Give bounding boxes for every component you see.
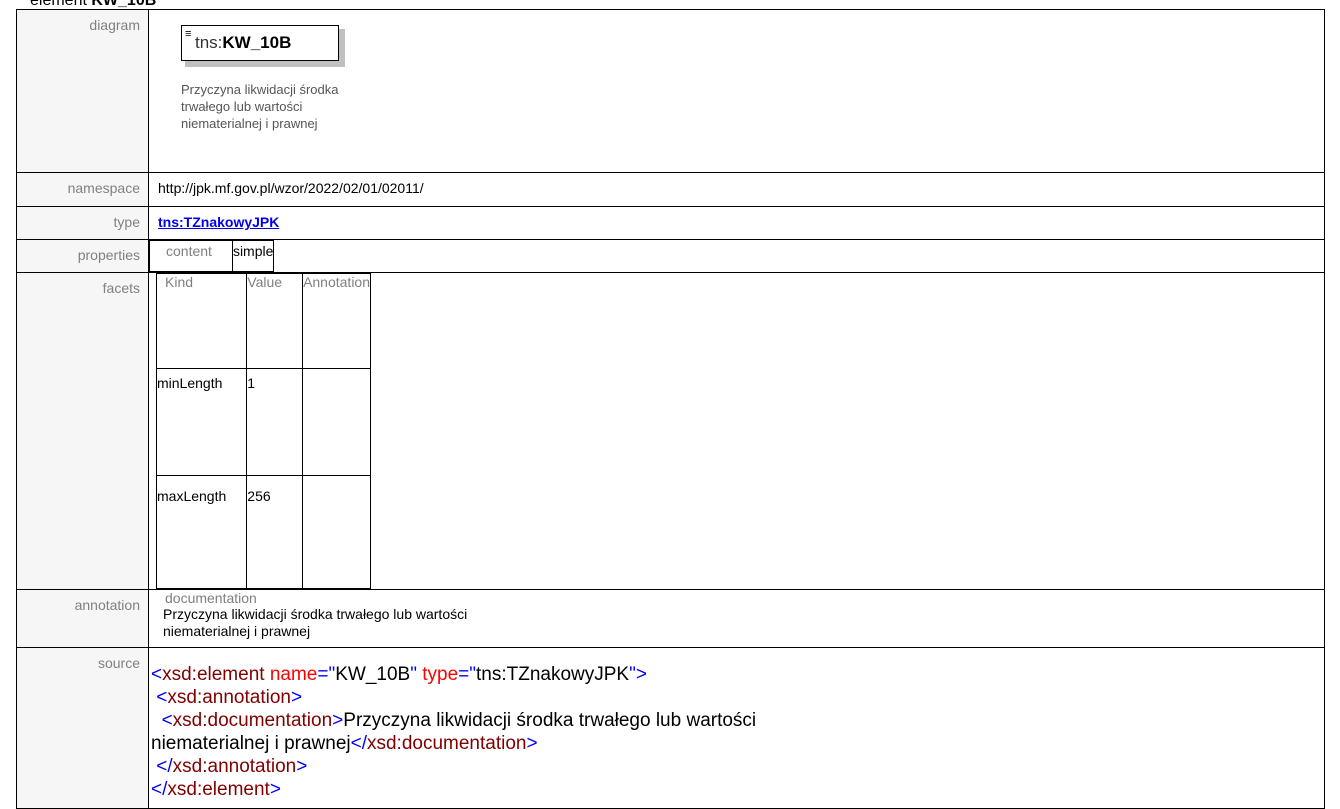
facet-value: 1 bbox=[246, 368, 304, 476]
xml-tag: xsd:element bbox=[167, 779, 270, 800]
diagram-doc-line: trwałego lub wartości bbox=[181, 99, 303, 114]
diagram-element-local-name: KW_10B bbox=[222, 33, 292, 52]
diagram-element-prefix: tns: bbox=[195, 33, 223, 52]
annotation-line: Przyczyna likwidacji środka trwałego lub… bbox=[163, 606, 468, 622]
properties-table: content simple bbox=[149, 240, 275, 272]
xml-tag: xsd:annotation bbox=[167, 687, 291, 708]
element-lines-icon: ≡ bbox=[185, 28, 192, 40]
namespace-value: http://jpk.mf.gov.pl/wzor/2022/02/01/020… bbox=[158, 180, 424, 196]
property-value: simple bbox=[231, 240, 275, 272]
facet-row: maxLength 256 bbox=[155, 475, 372, 589]
xml-text: Przyczyna likwidacji środka trwałego lub… bbox=[343, 710, 757, 731]
diagram-cell: ≡ tns:KW_10B Przyczyna likwidacji środka… bbox=[148, 9, 1325, 173]
facets-header-kind: Kind bbox=[155, 273, 248, 369]
annotation-block: documentation Przyczyna likwidacji środk… bbox=[153, 590, 1324, 640]
facets-header-row: Kind Value Annotation bbox=[155, 273, 372, 369]
facet-annotation bbox=[302, 368, 372, 476]
diagram-doc-line: Przyczyna likwidacji środka bbox=[181, 82, 339, 97]
xml-attr-value: KW_10B bbox=[335, 664, 411, 685]
facet-value: 256 bbox=[246, 475, 304, 589]
xml-attr: name bbox=[269, 664, 318, 685]
xml-attr-value: tns:TZnakowyJPK bbox=[476, 664, 630, 685]
xml-tag: xsd:annotation bbox=[172, 756, 297, 777]
diagram-element[interactable]: ≡ tns:KW_10B bbox=[181, 25, 339, 61]
annotation-header: documentation bbox=[165, 590, 257, 606]
facet-row: minLength 1 bbox=[155, 368, 372, 476]
label-properties: properties bbox=[16, 239, 149, 273]
facet-kind: minLength bbox=[155, 368, 248, 476]
label-diagram: diagram bbox=[16, 9, 149, 173]
label-source: source bbox=[16, 647, 149, 809]
xml-tag: xsd:documentation bbox=[366, 733, 527, 754]
diagram-element-box[interactable]: ≡ tns:KW_10B bbox=[181, 25, 345, 69]
row-facets: facets Kind Value Annotation minLength 1… bbox=[16, 272, 1325, 590]
row-annotation: annotation documentation Przyczyna likwi… bbox=[16, 589, 1325, 648]
facet-annotation bbox=[302, 475, 372, 589]
xml-tag: xsd:element bbox=[162, 664, 265, 685]
diagram-documentation: Przyczyna likwidacji środka trwałego lub… bbox=[181, 81, 411, 132]
property-key: content bbox=[149, 240, 233, 272]
label-namespace: namespace bbox=[16, 172, 149, 207]
diagram-element-name: tns:KW_10B bbox=[195, 33, 291, 53]
page-title-name: KW_10B bbox=[91, 0, 157, 9]
row-source: source <xsd:element name="KW_10B" type="… bbox=[16, 647, 1325, 809]
element-doc-table: diagram ≡ tns:KW_10B Przyczyna likwidacj… bbox=[16, 9, 1325, 809]
row-type: type tns:TZnakowyJPK bbox=[16, 206, 1325, 240]
row-properties: properties content simple bbox=[16, 239, 1325, 273]
xml-text: niematerialnej i prawnej bbox=[151, 733, 351, 754]
row-diagram: diagram ≡ tns:KW_10B Przyczyna likwidacj… bbox=[16, 9, 1325, 173]
facets-table: Kind Value Annotation minLength 1 maxLen… bbox=[155, 273, 372, 589]
label-annotation: annotation bbox=[16, 589, 149, 648]
diagram-doc-line: niematerialnej i prawnej bbox=[181, 116, 318, 131]
facets-header-annotation: Annotation bbox=[302, 273, 372, 369]
label-facets: facets bbox=[16, 272, 149, 590]
page-title-prefix: element bbox=[30, 0, 92, 9]
type-link[interactable]: tns:TZnakowyJPK bbox=[158, 207, 279, 230]
source-code: <xsd:element name="KW_10B" type="tns:TZn… bbox=[151, 664, 757, 800]
facets-header-value: Value bbox=[246, 273, 304, 369]
xml-tag: xsd:documentation bbox=[172, 710, 333, 731]
row-namespace: namespace http://jpk.mf.gov.pl/wzor/2022… bbox=[16, 172, 1325, 207]
facet-kind: maxLength bbox=[155, 475, 248, 589]
annotation-line: niematerialnej i prawnej bbox=[163, 623, 311, 639]
label-type: type bbox=[16, 206, 149, 240]
xml-attr: type bbox=[422, 664, 459, 685]
annotation-text: Przyczyna likwidacji środka trwałego lub… bbox=[153, 606, 1324, 640]
